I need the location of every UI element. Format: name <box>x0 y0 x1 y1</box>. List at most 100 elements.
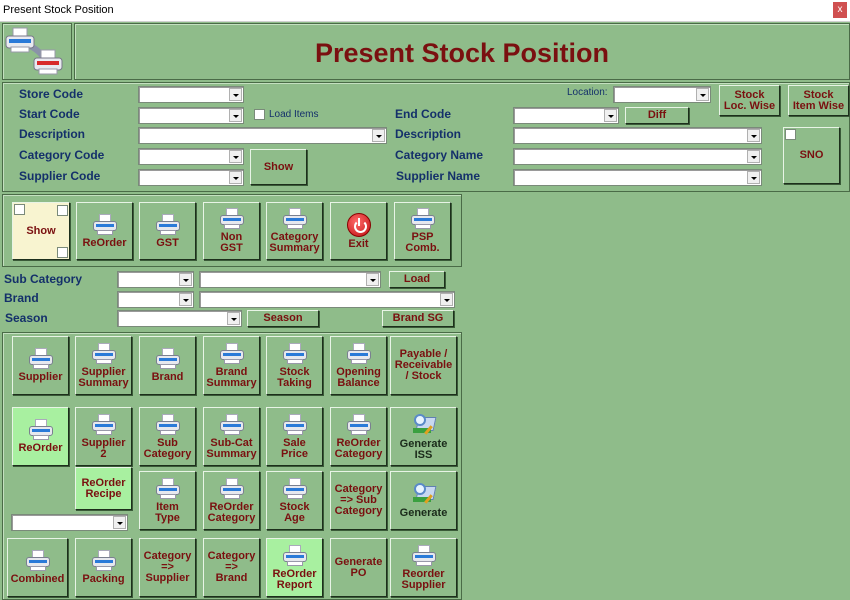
opening-balance-button[interactable]: Opening Balance <box>330 336 387 395</box>
sub-category-label: Sub Category <box>4 272 83 286</box>
printer-icon <box>410 208 436 230</box>
reorder-report-button[interactable]: ReOrder Report <box>266 538 323 597</box>
description2-combo[interactable] <box>513 127 762 144</box>
load-items-checkbox[interactable] <box>254 109 265 120</box>
location-combo[interactable] <box>613 86 711 103</box>
sub-category-button[interactable]: Sub Category <box>139 407 196 466</box>
description-combo[interactable] <box>138 127 387 144</box>
printer-icon <box>155 213 181 236</box>
category-sub-category-button[interactable]: Category => Sub Category <box>330 471 387 530</box>
category-supplier-button[interactable]: Category => Supplier <box>139 538 196 597</box>
show-checkbox-top-right[interactable] <box>57 205 68 216</box>
stock-item-wise-button[interactable]: Stock Item Wise <box>788 85 849 116</box>
season-button[interactable]: Season <box>247 310 319 327</box>
show-checkbox-top-left[interactable] <box>14 204 25 215</box>
gst-label: GST <box>156 236 179 249</box>
chevron-down-icon[interactable] <box>229 109 242 122</box>
show-checkbox-bottom-right[interactable] <box>57 247 68 258</box>
brand-name-combo[interactable] <box>199 291 455 308</box>
category-name-combo[interactable] <box>513 148 762 165</box>
load-items-label: Load Items <box>269 109 319 120</box>
chevron-down-icon[interactable] <box>604 109 617 122</box>
reorder-supplier-label: Reorder Supplier <box>401 567 446 591</box>
printer-icon <box>91 550 117 572</box>
reorder-report-label: ReOrder Report <box>272 567 317 591</box>
supplier-name-label: Supplier Name <box>396 169 481 183</box>
brand-summary-button[interactable]: Brand Summary <box>203 336 260 395</box>
close-button[interactable]: x <box>833 2 847 18</box>
reorder-supplier-button[interactable]: Reorder Supplier <box>390 538 457 597</box>
chevron-down-icon[interactable] <box>179 293 192 306</box>
supplier-code-combo[interactable] <box>138 169 244 186</box>
category-code-combo[interactable] <box>138 148 244 165</box>
reorder-button[interactable]: ReOrder <box>12 407 69 466</box>
stock-loc-wise-button[interactable]: Stock Loc. Wise <box>719 85 780 116</box>
diff-button[interactable]: Diff <box>625 107 689 124</box>
printer-icon <box>219 477 245 500</box>
psp-comb-button[interactable]: PSP Comb. <box>394 202 451 260</box>
stock-loc-wise-label: Stock Loc. Wise <box>723 88 776 112</box>
chevron-down-icon[interactable] <box>179 273 192 286</box>
chevron-down-icon[interactable] <box>113 516 126 529</box>
reorder-category-button[interactable]: ReOrder Category <box>203 471 260 530</box>
generate-po-button[interactable]: Generate PO <box>330 538 387 597</box>
category-brand-button[interactable]: Category => Brand <box>203 538 260 597</box>
sub-cat-summary-button[interactable]: Sub-Cat Summary <box>203 407 260 466</box>
supplier-name-combo[interactable] <box>513 169 762 186</box>
brand-sg-button[interactable]: Brand SG <box>382 310 454 327</box>
stock-age-button[interactable]: Stock Age <box>266 471 323 530</box>
generate-button[interactable]: Generate <box>390 471 457 530</box>
chevron-down-icon[interactable] <box>372 129 385 142</box>
supplier-2-button[interactable]: Supplier 2 <box>75 407 132 466</box>
brand-button[interactable]: Brand <box>139 336 196 395</box>
chevron-down-icon[interactable] <box>747 150 760 163</box>
packing-button[interactable]: Packing <box>75 538 132 597</box>
sub-category-code-combo[interactable] <box>117 271 194 288</box>
end-code-combo[interactable] <box>513 107 619 124</box>
non-gst-button[interactable]: Non GST <box>203 202 260 260</box>
chevron-down-icon[interactable] <box>227 312 240 325</box>
chevron-down-icon[interactable] <box>229 171 242 184</box>
stock-taking-button[interactable]: Stock Taking <box>266 336 323 395</box>
combined-button[interactable]: Combined <box>7 538 68 597</box>
supplier-summary-button[interactable]: Supplier Summary <box>75 336 132 395</box>
chevron-down-icon[interactable] <box>696 88 709 101</box>
chevron-down-icon[interactable] <box>747 129 760 142</box>
show-filter-button[interactable]: Show <box>250 149 307 185</box>
store-code-combo[interactable] <box>138 86 244 103</box>
show-filter-label: Show <box>263 160 294 173</box>
reorder-recipe-button[interactable]: ReOrder Recipe <box>75 467 132 510</box>
sub-category-name-combo[interactable] <box>199 271 381 288</box>
chevron-down-icon[interactable] <box>229 150 242 163</box>
generate-icon <box>411 413 437 437</box>
chevron-down-icon[interactable] <box>229 88 242 101</box>
season-combo[interactable] <box>117 310 242 327</box>
start-code-combo[interactable] <box>138 107 244 124</box>
chevron-down-icon[interactable] <box>440 293 453 306</box>
sno-checkbox[interactable] <box>785 129 796 140</box>
printer-icon <box>282 342 308 365</box>
brand-code-combo[interactable] <box>117 291 194 308</box>
reorder-button[interactable]: ReOrder <box>76 202 133 260</box>
payable-receivable-stock-button[interactable]: Payable / Receivable / Stock <box>390 336 457 395</box>
reorder-category-label: ReOrder Category <box>334 436 383 460</box>
printer-icon <box>28 419 54 441</box>
store-code-label: Store Code <box>19 87 84 101</box>
supplier-code-label: Supplier Code <box>19 169 101 183</box>
misc-combo[interactable] <box>11 514 128 531</box>
stock-item-wise-label: Stock Item Wise <box>792 88 845 112</box>
generate-iss-button[interactable]: Generate ISS <box>390 407 457 466</box>
gst-button[interactable]: GST <box>139 202 196 260</box>
supplier-button[interactable]: Supplier <box>12 336 69 395</box>
generate-iss-label: Generate ISS <box>399 437 448 461</box>
category-summary-button[interactable]: Category Summary <box>266 202 323 260</box>
exit-button[interactable]: Exit <box>330 202 387 260</box>
chevron-down-icon[interactable] <box>747 171 760 184</box>
sub-category-label: Sub Category <box>143 436 192 460</box>
brand-label: Brand <box>151 371 184 383</box>
chevron-down-icon[interactable] <box>366 273 379 286</box>
load-button[interactable]: Load <box>389 271 445 288</box>
item-type-button[interactable]: Item Type <box>139 471 196 530</box>
sale-price-button[interactable]: Sale Price <box>266 407 323 466</box>
reorder-category-button[interactable]: ReOrder Category <box>330 407 387 466</box>
